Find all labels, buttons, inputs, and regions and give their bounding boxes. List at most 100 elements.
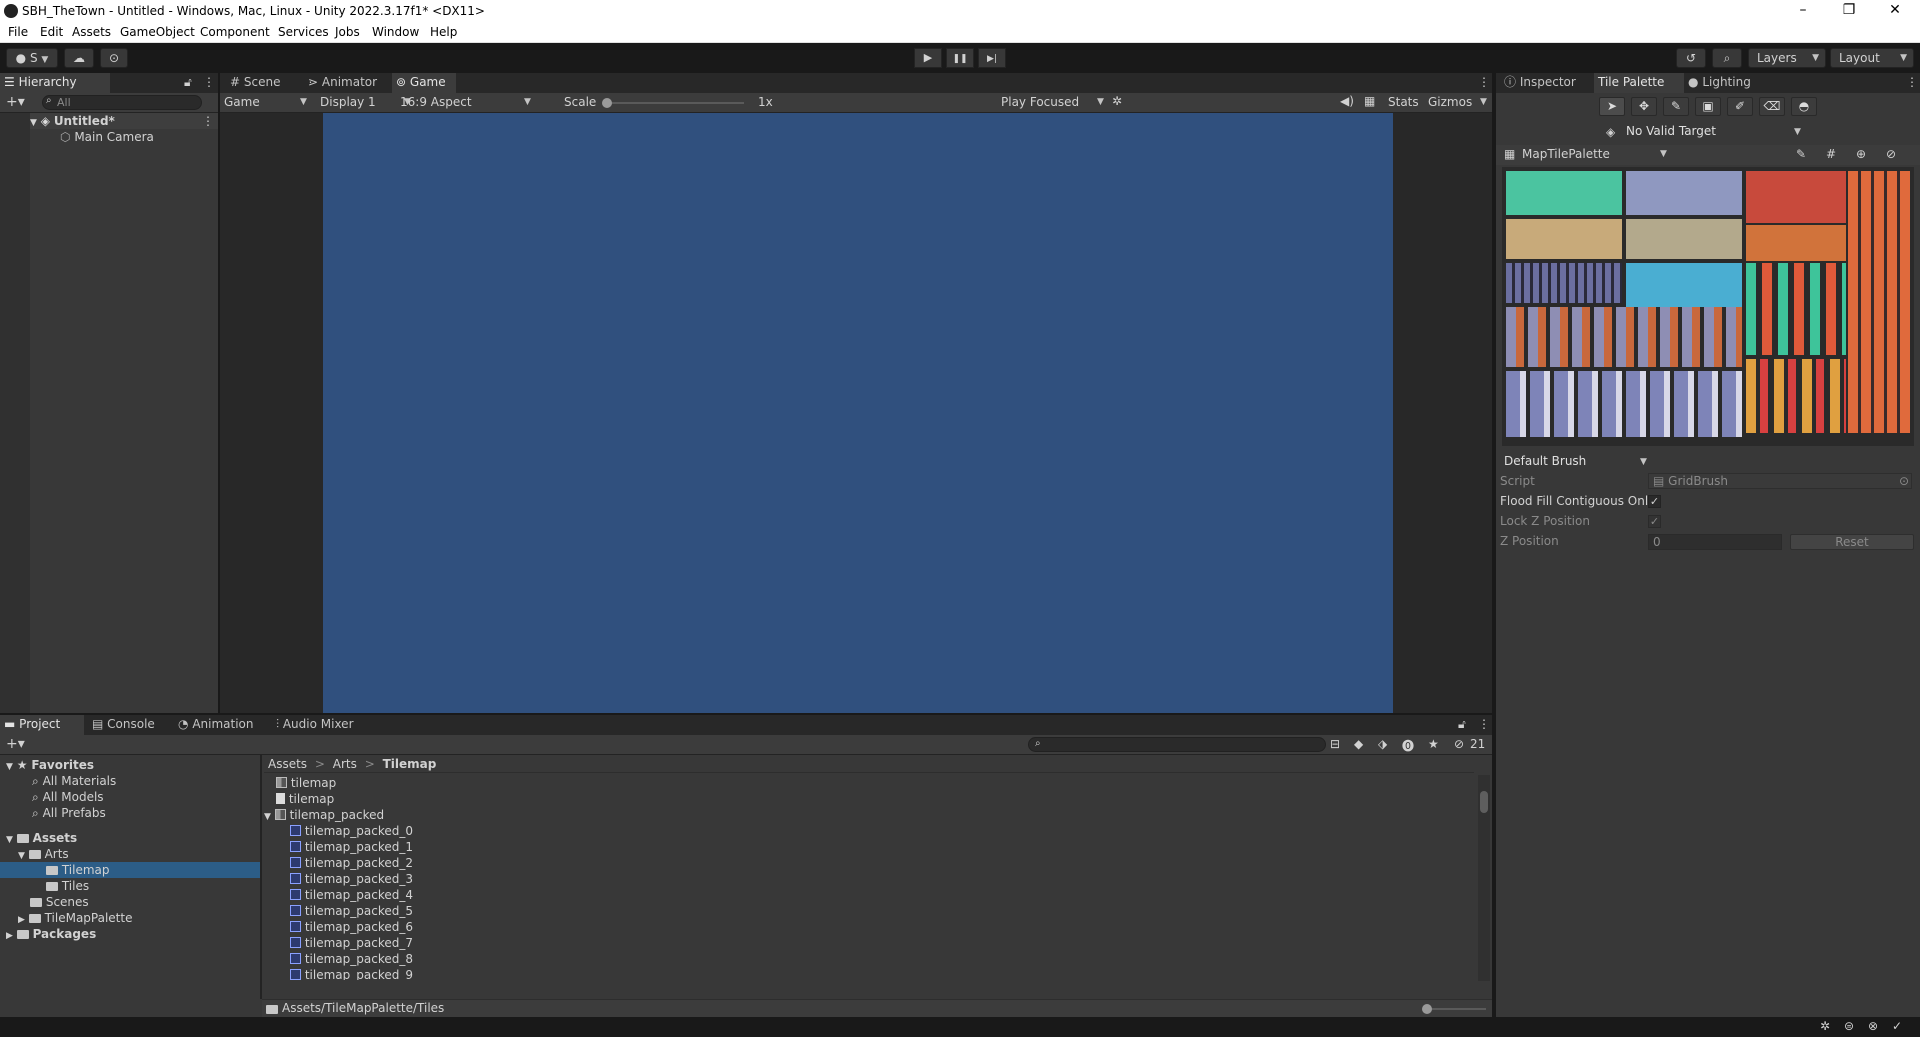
maximize-button[interactable]: ❐ [1826, 0, 1872, 22]
brush-dropdown[interactable]: Default Brush ▼ [1500, 453, 1650, 471]
layout-dropdown[interactable]: Layout ▼ [1830, 48, 1914, 68]
folder-tilemap[interactable]: Tilemap [0, 862, 260, 878]
chevron-down-icon[interactable]: ▼ [1480, 97, 1487, 107]
tab-game[interactable]: ⊚ Game [392, 73, 456, 93]
tag-icon[interactable]: ⬗ [1378, 737, 1387, 751]
menu-services[interactable]: Services [278, 25, 329, 39]
aspect-dropdown[interactable]: 16:9 Aspect ▼ [400, 94, 534, 112]
step-button[interactable]: ▶| [978, 48, 1006, 68]
collab-button[interactable]: ⊙ [100, 48, 128, 68]
menu-gameobject[interactable]: GameObject [120, 25, 195, 39]
more-menu-icon[interactable]: ⋮ [1478, 717, 1490, 731]
progress-icon[interactable]: ⊜ [1844, 1019, 1854, 1033]
palette-dropdown[interactable]: MapTilePalette ▼ [1522, 146, 1670, 164]
folder-assets[interactable]: ▼ Assets [6, 830, 77, 846]
list-item[interactable]: ⬡ Main Camera [60, 129, 154, 145]
target-dropdown[interactable]: No Valid Target ▼ [1622, 123, 1806, 141]
icon-size-slider-thumb[interactable] [1422, 1004, 1432, 1014]
search-by-label-icon[interactable]: ◆ [1354, 737, 1363, 751]
favorite-item[interactable]: ⌕ All Prefabs [32, 805, 106, 821]
menu-jobs[interactable]: Jobs [335, 25, 360, 39]
picker-tool-button[interactable]: ✐ [1727, 97, 1753, 116]
pause-button[interactable]: ❚❚ [946, 48, 974, 68]
reset-button[interactable]: Reset [1790, 534, 1914, 550]
list-item[interactable]: tilemap [276, 791, 334, 807]
play-button[interactable]: ▶ [914, 48, 942, 68]
add-icon[interactable]: +▾ [6, 94, 25, 110]
file-list-scrollbar[interactable] [1478, 775, 1490, 981]
list-item[interactable]: tilemap_packed_0 [290, 823, 413, 839]
scale-slider[interactable] [606, 102, 744, 104]
brush-pick-icon[interactable]: ⊘ [1886, 147, 1896, 161]
gizmo-icon[interactable]: ⊕ [1856, 147, 1866, 161]
favorite-item[interactable]: ⌕ All Models [32, 789, 104, 805]
mute-audio-icon[interactable]: ◀) [1340, 94, 1354, 108]
select-tool-button[interactable]: ➤ [1599, 97, 1625, 116]
list-item[interactable]: tilemap_packed_3 [290, 871, 413, 887]
folder-tiles[interactable]: Tiles [46, 878, 89, 894]
list-item[interactable]: tilemap [276, 775, 336, 791]
hidden-packages-icon[interactable]: ⊘ [1454, 737, 1464, 751]
list-item[interactable]: tilemap_packed_6 [290, 919, 413, 935]
eraser-tool-button[interactable]: ⌫ [1759, 97, 1785, 116]
list-item[interactable]: tilemap_packed_4 [290, 887, 413, 903]
move-tool-button[interactable]: ✥ [1631, 97, 1657, 116]
warning-icon[interactable]: ⓿ [1402, 737, 1414, 754]
list-item[interactable]: tilemap_packed_9 [290, 967, 413, 980]
scene-row[interactable]: ▼ ◈ Untitled* ⋮ [30, 113, 218, 129]
menu-window[interactable]: Window [372, 25, 419, 39]
check-circle-icon[interactable]: ✓ [1892, 1019, 1902, 1033]
icon-size-slider[interactable] [1426, 1008, 1486, 1010]
tab-scene[interactable]: # Scene [226, 73, 292, 93]
list-item[interactable]: tilemap_packed_1 [290, 839, 413, 855]
stats-button[interactable]: Stats [1388, 95, 1419, 109]
list-item[interactable]: ▼ tilemap_packed [264, 807, 384, 823]
game-mode-dropdown[interactable]: Game ▼ [224, 94, 312, 112]
minimize-button[interactable]: – [1780, 0, 1826, 22]
more-menu-icon[interactable]: ⋮ [1906, 75, 1918, 89]
gizmos-button[interactable]: Gizmos [1428, 95, 1472, 109]
breadcrumb-item[interactable]: Arts [333, 757, 357, 771]
tab-audio-mixer[interactable]: ⫶ Audio Mixer [272, 715, 368, 735]
paint-tool-button[interactable]: ✎ [1663, 97, 1689, 116]
lock-icon[interactable]: 🔓︎ [184, 75, 192, 90]
lock-icon[interactable]: 🔓︎ [1458, 717, 1466, 732]
debug-mode-icon[interactable]: ✲ [1820, 1019, 1830, 1033]
undo-history-button[interactable]: ↺ [1676, 48, 1706, 68]
menu-file[interactable]: File [8, 25, 28, 39]
favorite-item[interactable]: ⌕ All Materials [32, 773, 116, 789]
vsync-icon[interactable]: ▦ [1364, 94, 1375, 108]
fill-tool-button[interactable]: ◓ [1791, 97, 1817, 116]
list-item[interactable]: tilemap_packed_8 [290, 951, 413, 967]
grid-toggle-icon[interactable]: # [1826, 147, 1836, 161]
folder-packages[interactable]: ▶ Packages [6, 926, 96, 942]
tab-hierarchy[interactable]: ☰ Hierarchy [0, 73, 110, 93]
scrollbar-thumb[interactable] [1480, 791, 1488, 813]
tab-animator[interactable]: ⋗ Animator [304, 73, 388, 93]
lock-z-checkbox[interactable]: ✓ [1648, 515, 1661, 528]
game-viewport[interactable] [323, 113, 1393, 713]
search-by-type-icon[interactable]: ⊟ [1330, 737, 1340, 751]
close-button[interactable]: ✕ [1872, 0, 1918, 22]
play-focused-dropdown[interactable]: Play Focused ▼ [1001, 94, 1107, 112]
folder-tilemappalette[interactable]: ▶ TileMapPalette [18, 910, 132, 926]
layers-dropdown[interactable]: Layers ▼ [1748, 48, 1826, 68]
list-item[interactable]: tilemap_packed_2 [290, 855, 413, 871]
tab-inspector[interactable]: ⓘ Inspector [1500, 73, 1590, 93]
flood-fill-checkbox[interactable]: ✓ [1648, 495, 1661, 508]
menu-assets[interactable]: Assets [72, 25, 111, 39]
tab-project[interactable]: ▬ Project [0, 715, 84, 735]
box-fill-tool-button[interactable]: ▣ [1695, 97, 1721, 116]
bug-icon[interactable]: ✲ [1112, 94, 1122, 108]
hierarchy-search-input[interactable]: All [42, 95, 202, 110]
edit-pencil-icon[interactable]: ✎ [1796, 147, 1806, 161]
more-menu-icon[interactable]: ⋮ [203, 75, 215, 89]
gpu-icon[interactable]: ⊗ [1868, 1019, 1878, 1033]
tab-animation[interactable]: ◔ Animation [174, 715, 258, 735]
add-icon[interactable]: +▾ [6, 736, 25, 752]
more-menu-icon[interactable]: ⋮ [1478, 75, 1490, 89]
tab-tile-palette[interactable]: Tile Palette [1594, 73, 1684, 93]
menu-help[interactable]: Help [430, 25, 457, 39]
more-menu-icon[interactable]: ⋮ [202, 113, 214, 129]
folder-arts[interactable]: ▼ Arts [18, 846, 69, 862]
